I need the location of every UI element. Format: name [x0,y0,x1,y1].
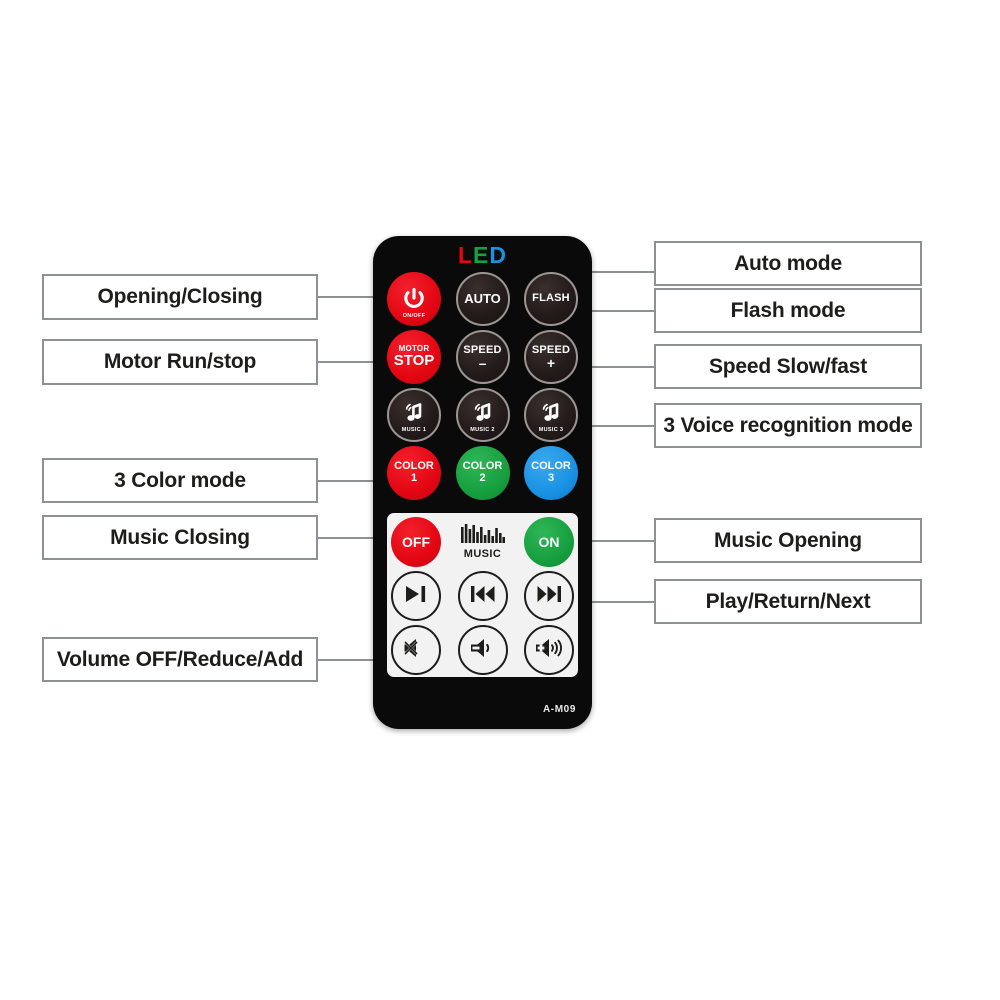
plus-icon: + [546,354,556,371]
callout-label: Motor Run/stop [103,350,257,373]
volume-up-icon [533,637,565,664]
next-track-button[interactable] [524,571,574,621]
volume-mute-button[interactable] [391,625,441,675]
auto-button-label: AUTO [464,291,501,307]
color-1-label: COLOR [394,460,434,473]
music-mode-1-button[interactable]: MUSIC 1 [387,388,441,442]
music-mode-3-label: MUSIC 3 [538,427,564,433]
play-pause-icon [403,585,429,608]
music-panel-row-3 [387,625,578,675]
previous-track-icon [469,585,497,608]
music-off-button[interactable]: OFF [391,517,441,567]
music-off-label: OFF [402,534,430,550]
remote-control-body: LED ON/OFF AUTO FLASH MOTOR STOP SPEED –… [373,236,592,729]
callout-label: Opening/Closing [97,285,263,308]
music-panel: OFF MUSIC ON [387,513,578,677]
color-1-number: 1 [410,472,418,485]
model-number: A-M09 [542,704,576,715]
volume-down-icon [468,637,498,664]
callout-label: Music Closing [110,525,250,549]
volume-mute-icon [402,637,430,664]
led-logo-letter-d: D [489,242,508,268]
flash-button[interactable]: FLASH [524,272,578,326]
music-logo: MUSIC [458,517,508,567]
music-panel-row-1: OFF MUSIC ON [387,517,578,567]
play-pause-button[interactable] [391,571,441,621]
led-brand-logo: LED [373,244,592,267]
color-3-button[interactable]: COLOR 3 [524,446,578,500]
music-on-label: ON [538,534,560,550]
callout-label: 3 Voice recognition mode [663,413,913,437]
callout-label: Volume OFF/Reduce/Add [56,647,304,671]
power-button[interactable]: ON/OFF [387,272,441,326]
callout-three-color-mode: 3 Color mode [42,458,318,503]
callout-label: 3 Color mode [114,468,246,492]
keypad-row-3: MUSIC 1 MUSIC 2 MUSIC 3 [387,388,578,442]
volume-down-button[interactable] [457,625,508,675]
callout-label: Flash mode [730,298,846,322]
callout-three-voice-recognition-mode: 3 Voice recognition mode [654,403,922,448]
color-2-label: COLOR [462,460,503,473]
color-1-button[interactable]: COLOR 1 [387,446,441,500]
music-note-icon [538,400,564,426]
speed-up-button[interactable]: SPEED + [524,330,578,384]
next-track-icon [535,585,563,608]
keypad-upper: ON/OFF AUTO FLASH MOTOR STOP SPEED – SPE… [387,272,578,504]
callout-motor-run-stop: Motor Run/stop [42,339,318,385]
color-2-button[interactable]: COLOR 2 [455,446,510,500]
callout-volume-off-reduce-add: Volume OFF/Reduce/Add [42,637,318,682]
callout-music-opening: Music Opening [654,518,922,563]
callout-label: Auto mode [734,251,842,275]
callout-speed-slow-fast: Speed Slow/fast [654,344,922,389]
minus-icon: – [478,354,487,371]
music-note-icon [401,400,427,426]
keypad-row-4: COLOR 1 COLOR 2 COLOR 3 [387,446,578,500]
flash-button-label: FLASH [532,292,570,305]
color-3-number: 3 [547,472,555,485]
music-panel-row-2 [387,571,578,621]
led-logo-letter-e: E [473,242,490,268]
callout-label: Play/Return/Next [705,589,871,613]
keypad-row-2: MOTOR STOP SPEED – SPEED + [387,330,578,384]
music-mode-2-button[interactable]: MUSIC 2 [455,388,510,442]
previous-track-button[interactable] [457,571,508,621]
auto-button[interactable]: AUTO [455,272,510,326]
motor-stop-button[interactable]: MOTOR STOP [387,330,441,384]
motor-stop-line2: STOP [393,352,435,370]
color-2-number: 2 [479,472,486,485]
music-note-icon [470,400,496,426]
callout-flash-mode: Flash mode [654,288,922,333]
led-logo-letter-l: L [457,242,474,268]
music-on-button[interactable]: ON [524,517,574,567]
power-button-label: ON/OFF [402,313,426,319]
callout-play-return-next: Play/Return/Next [654,579,922,624]
keypad-row-1: ON/OFF AUTO FLASH [387,272,578,326]
music-mode-3-button[interactable]: MUSIC 3 [524,388,578,442]
equalizer-icon [460,524,505,548]
power-icon [402,287,426,311]
callout-music-closing: Music Closing [42,515,318,560]
music-mode-2-label: MUSIC 2 [470,427,495,433]
music-mode-1-label: MUSIC 1 [401,427,427,433]
volume-up-button[interactable] [524,625,574,675]
callout-label: Speed Slow/fast [708,354,868,378]
callout-auto-mode: Auto mode [654,241,922,286]
speed-down-button[interactable]: SPEED – [455,330,510,384]
color-3-label: COLOR [531,460,571,473]
callout-opening-closing: Opening/Closing [42,274,318,320]
callout-label: Music Opening [714,528,862,552]
music-logo-label: MUSIC [463,548,502,560]
